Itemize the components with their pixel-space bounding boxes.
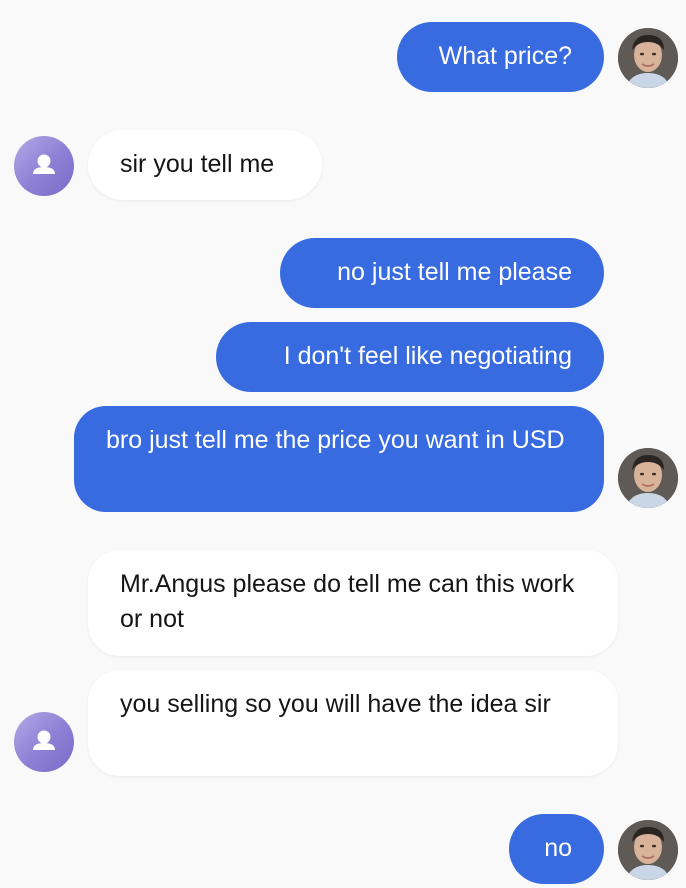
outgoing-message[interactable]: no just tell me please	[280, 238, 604, 308]
contact-avatar[interactable]	[14, 712, 74, 772]
my-avatar[interactable]	[618, 820, 678, 880]
outgoing-message[interactable]: bro just tell me the price you want in U…	[74, 406, 604, 512]
incoming-message[interactable]: Mr.Angus please do tell me can this work…	[88, 550, 618, 656]
user-placeholder-icon	[33, 154, 55, 174]
incoming-message[interactable]: you selling so you will have the idea si…	[88, 670, 618, 776]
message-text: What price?	[438, 42, 572, 70]
message-text: sir you tell me	[120, 150, 275, 178]
chat-thread: What price? sir you tell me no just tell…	[0, 0, 686, 888]
contact-avatar[interactable]	[14, 136, 74, 196]
outgoing-message[interactable]: I don't feel like negotiating	[216, 322, 604, 392]
profile-photo-icon	[618, 28, 678, 88]
message-text: you selling so you will have the idea si…	[120, 690, 551, 718]
profile-photo-icon	[618, 448, 678, 508]
profile-photo-icon	[618, 820, 678, 880]
my-avatar[interactable]	[618, 28, 678, 88]
message-text: no just tell me please	[337, 258, 572, 286]
message-text: bro just tell me the price you want in U…	[106, 426, 565, 454]
user-placeholder-icon	[33, 730, 55, 750]
incoming-message[interactable]: sir you tell me	[88, 130, 322, 200]
message-text: Mr.Angus please do tell me can this work…	[120, 570, 575, 633]
outgoing-message[interactable]: What price?	[397, 22, 604, 92]
message-text: I don't feel like negotiating	[283, 342, 572, 370]
outgoing-message[interactable]: no	[509, 814, 604, 884]
message-text: no	[544, 834, 572, 862]
my-avatar[interactable]	[618, 448, 678, 508]
